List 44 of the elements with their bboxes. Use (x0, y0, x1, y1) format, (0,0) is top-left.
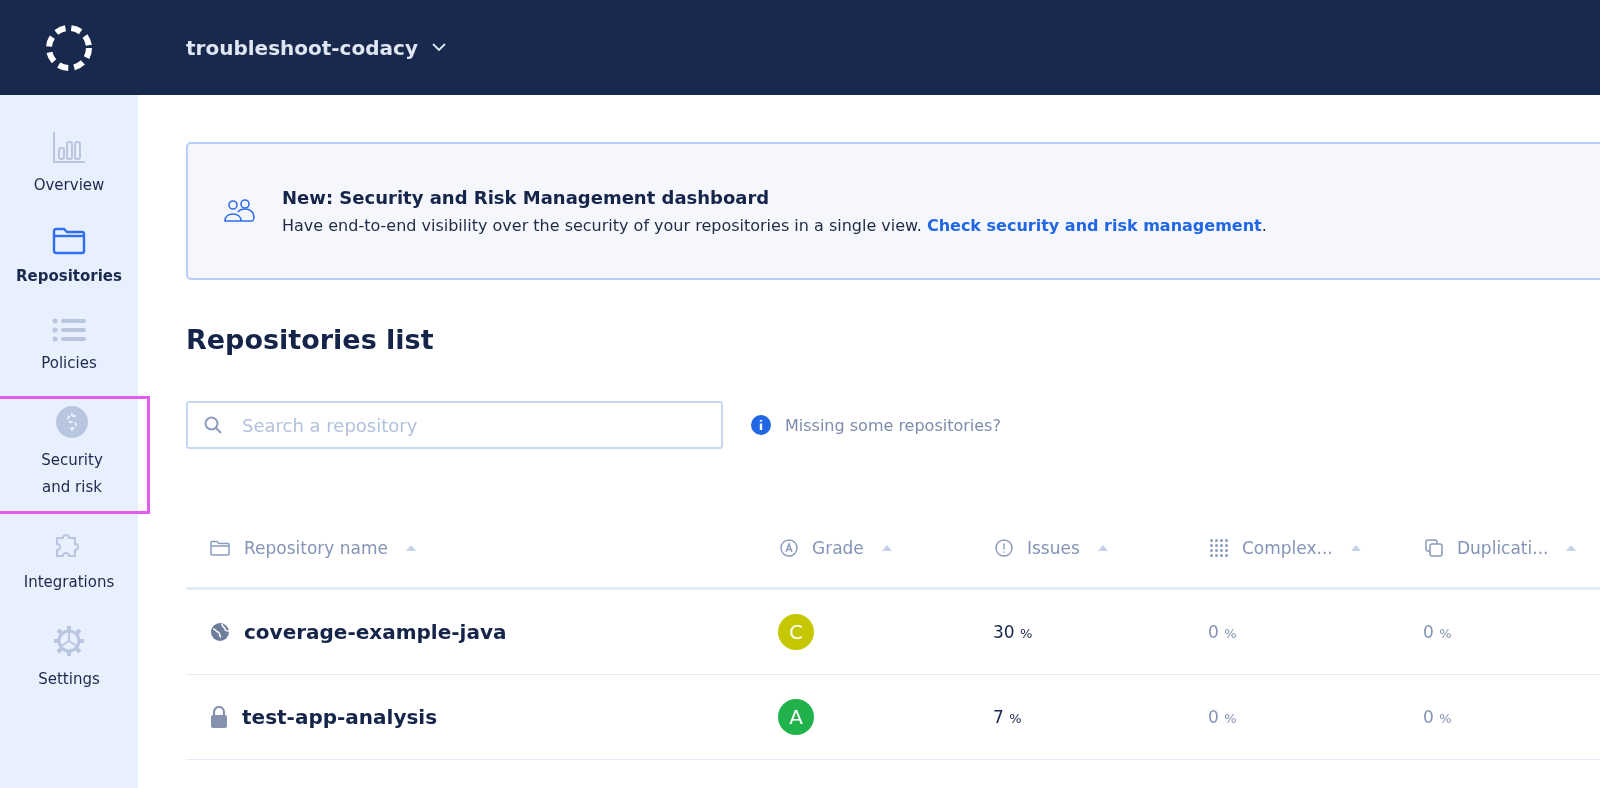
banner-title: New: Security and Risk Management dashboard (282, 187, 771, 208)
percentage-value: 0 % (1423, 707, 1452, 727)
dot-grid-icon (1210, 538, 1228, 557)
sidebar-item[interactable]: Security and risk (0, 396, 150, 514)
security-link[interactable]: Check security and risk management (926, 216, 1262, 235)
lock-icon (210, 706, 228, 728)
percentage-value: 7 % (993, 707, 1022, 727)
sort-icon[interactable] (1097, 544, 1108, 551)
percentage-value: 0 % (1423, 622, 1452, 642)
percentage-value: 30 % (993, 622, 1033, 642)
folder-icon (52, 227, 86, 255)
users-icon (224, 199, 256, 223)
repository-name[interactable]: coverage-example-java (244, 620, 507, 644)
banner-description: Have end-to-end visibility over the security of your repositories in a single view. Check security and risk management. (282, 216, 1267, 235)
percentage-value: 0 % (1208, 622, 1237, 642)
settings-icon (52, 624, 86, 658)
copy-icon (1425, 538, 1443, 557)
organization-dropdown[interactable]: troubleshoot-codacy (186, 35, 446, 60)
sidebar-item[interactable]: Policies (0, 309, 144, 390)
sidebar-item[interactable]: Settings (0, 615, 144, 706)
chevron-down-icon (431, 43, 446, 52)
sort-icon[interactable] (406, 545, 416, 551)
percentage-value: 0 % (1208, 707, 1237, 727)
repository-name[interactable]: test-app-analysis (242, 705, 438, 729)
search-field[interactable]: Search a repository (186, 401, 723, 449)
sidebar-item[interactable]: Integrations (0, 520, 144, 609)
sidebar-item[interactable]: Overview (0, 121, 144, 212)
dollar-coin-icon (55, 405, 89, 439)
bar-chart-icon (52, 130, 86, 164)
info-icon (751, 415, 771, 435)
globe-icon (210, 622, 230, 642)
sort-icon[interactable] (881, 544, 892, 551)
search-icon (204, 416, 222, 434)
logo-icon[interactable] (44, 22, 94, 73)
alert-icon (995, 538, 1013, 557)
grade-badge: A (778, 699, 814, 735)
sort-icon[interactable] (1566, 544, 1577, 551)
list-icon (52, 318, 86, 342)
grade-badge: C (778, 614, 814, 650)
sort-icon[interactable] (1350, 544, 1361, 551)
page-title: Repositories list (186, 324, 435, 355)
sidebar-item[interactable]: Repositories (0, 218, 144, 303)
grade-icon (780, 538, 798, 557)
folder-icon (210, 540, 230, 556)
